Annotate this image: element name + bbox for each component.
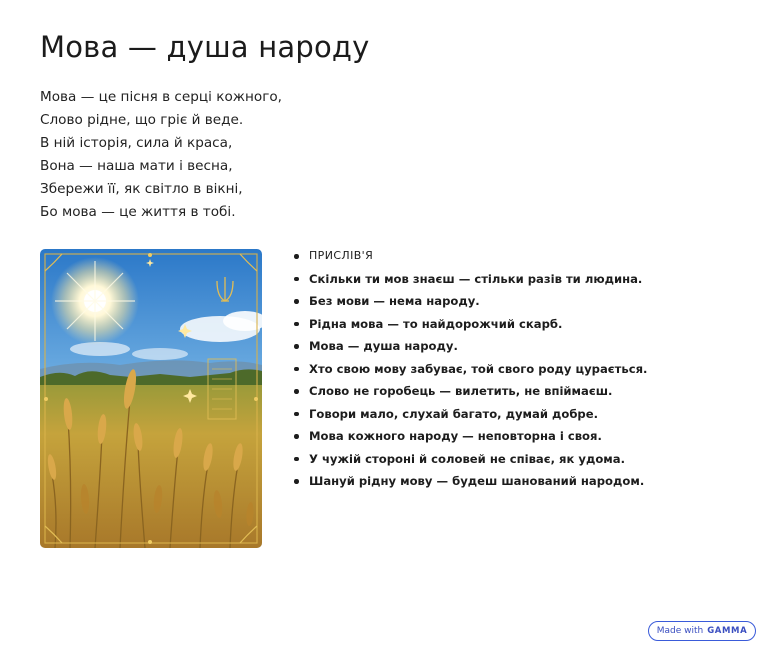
poem-line: Вона — наша мати і весна, [40,158,233,174]
poem-line: Мова — це пісня в серці кожного, [40,89,282,105]
slide-title: Мова — душа народу [40,30,370,64]
poem-line: Слово рідне, що гріє й веде. [40,112,244,128]
poem-line: Бо мова — це життя в тобі. [40,204,236,220]
proverb-item: Говори мало, слухай багато, думай добре. [292,403,647,426]
poem: Мова — це пісня в серці кожного, Слово р… [40,86,282,224]
proverb-item: Мова кожного народу — неповторна і своя. [292,425,647,448]
proverbs-heading: ПРИСЛІВ'Я [292,245,647,268]
proverb-item: Мова — душа народу. [292,335,647,358]
proverb-item: Шануй рідну мову — будеш шанований народ… [292,470,647,493]
poem-line: В ній історія, сила й краса, [40,135,233,151]
proverb-item: У чужій стороні й соловей не співає, як … [292,448,647,471]
proverb-item: Скільки ти мов знаєш — стільки разів ти … [292,268,647,291]
made-with-gamma-badge[interactable]: Made with GAMMA [648,621,756,641]
slide: Мова — душа народу Мова — це пісня в сер… [0,0,768,652]
proverbs-list: ПРИСЛІВ'Я Скільки ти мов знаєш — стільки… [292,245,647,493]
proverb-item: Без мови — нема народу. [292,290,647,313]
poem-line: Збережи її, як світло в вікні, [40,181,243,197]
gamma-logo: GAMMA [707,626,748,636]
badge-prefix: Made with [656,626,704,636]
proverb-item: Слово не горобець — вилетить, не впіймає… [292,380,647,403]
proverb-item: Хто свою мову забуває, той свого роду цу… [292,358,647,381]
wheat-field-image [40,249,262,548]
proverb-item: Рідна мова — то найдорожчий скарб. [292,313,647,336]
